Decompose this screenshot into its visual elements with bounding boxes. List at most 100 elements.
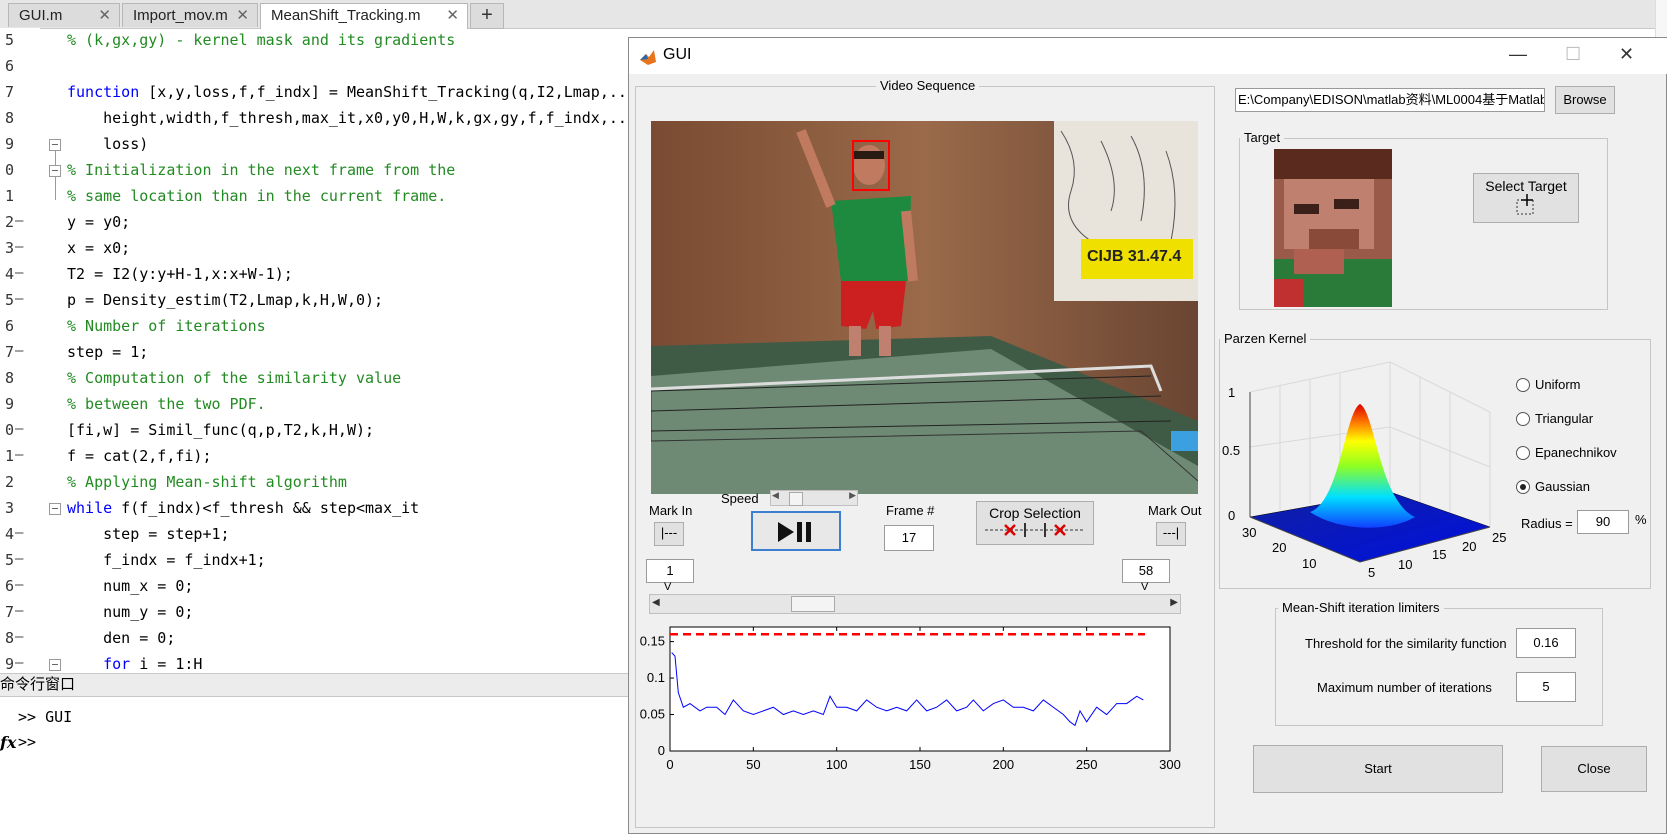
fold-toggle-icon[interactable]: [49, 165, 61, 177]
gui-title-bar[interactable]: GUI — ☐ ✕: [629, 38, 1667, 74]
xtick-right-5: 5: [1368, 565, 1375, 580]
x-tick-label: 250: [1076, 757, 1098, 772]
tab-meanshift-tracking[interactable]: MeanShift_Tracking.m ✕: [260, 3, 468, 29]
line-number: 9: [4, 395, 14, 413]
line-number: 0: [4, 421, 14, 439]
fold-toggle-icon[interactable]: [49, 659, 61, 671]
y-tick-label: 0.1: [647, 670, 665, 685]
code-rest: [x,y,loss,f,f_indx] = MeanShift_Tracking…: [139, 83, 636, 101]
speed-slider-thumb[interactable]: [789, 492, 803, 506]
line-number: 9: [4, 655, 14, 673]
maximize-button[interactable]: ☐: [1565, 44, 1581, 65]
close-icon[interactable]: ✕: [236, 4, 249, 28]
close-icon[interactable]: ✕: [446, 4, 459, 28]
line-number: 6: [4, 57, 14, 75]
fold-toggle-icon[interactable]: [49, 139, 61, 151]
xtick-left-20: 20: [1272, 540, 1286, 555]
breakpoint-marker[interactable]: —: [15, 629, 23, 645]
breakpoint-marker[interactable]: —: [15, 291, 23, 307]
speed-slider[interactable]: ◀ ▶: [770, 490, 858, 506]
code-line: p = Density_estim(T2,Lmap,k,H,W,0);: [67, 291, 384, 309]
crop-selection-button[interactable]: Crop Selection: [976, 501, 1094, 545]
max-iterations-label: Maximum number of iterations: [1317, 680, 1492, 695]
xtick-right-10: 10: [1398, 557, 1412, 572]
breakpoint-marker[interactable]: —: [15, 265, 23, 281]
frame-slider[interactable]: ◀ ▶: [649, 594, 1181, 614]
radio-triangular[interactable]: [1516, 412, 1530, 426]
chevron-left-icon[interactable]: ◀: [772, 491, 779, 501]
tab-label: GUI.m: [19, 7, 63, 24]
breakpoint-marker[interactable]: —: [15, 213, 23, 229]
chevron-left-icon[interactable]: ◀: [652, 597, 660, 608]
crosshair-icon: [1516, 194, 1534, 215]
fold-toggle-icon[interactable]: [49, 503, 61, 515]
mark-in-field[interactable]: 1: [646, 559, 694, 583]
breakpoint-marker[interactable]: —: [15, 239, 23, 255]
close-button[interactable]: Close: [1541, 746, 1647, 792]
radio-uniform[interactable]: [1516, 378, 1530, 392]
code-line: step = step+1;: [67, 525, 230, 543]
breakpoint-marker[interactable]: —: [15, 655, 23, 671]
tab-gui-m[interactable]: GUI.m ✕: [8, 3, 120, 27]
gui-window: GUI — ☐ ✕ Video Sequence CIJB 31.47.4 Ma…: [628, 37, 1667, 834]
breakpoint-marker[interactable]: —: [15, 343, 23, 359]
line-number: 9: [4, 135, 14, 153]
y-tick-label: 0: [658, 743, 665, 758]
frame-number-field[interactable]: 17: [884, 525, 934, 551]
video-sequence-panel: Video Sequence CIJB 31.47.4 Mark In |---…: [635, 78, 1215, 828]
close-icon[interactable]: ✕: [98, 4, 111, 28]
mark-out-button[interactable]: ---|: [1156, 522, 1186, 546]
select-target-button[interactable]: Select Target: [1473, 173, 1579, 223]
threshold-field[interactable]: 0.16: [1516, 628, 1576, 658]
editor-tab-bar: GUI.m ✕ Import_mov.m ✕ MeanShift_Trackin…: [0, 0, 1667, 29]
play-pause-button[interactable]: [751, 511, 841, 551]
line-number: 4: [4, 265, 14, 283]
minimize-button[interactable]: —: [1509, 44, 1527, 65]
add-tab-button[interactable]: +: [470, 3, 504, 29]
radius-field[interactable]: 90: [1577, 510, 1629, 534]
code-line: f = cat(2,f,fi);: [67, 447, 212, 465]
close-window-button[interactable]: ✕: [1619, 44, 1634, 65]
code-line: % Initialization in the next frame from …: [67, 161, 456, 179]
mark-out-field[interactable]: 58: [1122, 559, 1170, 583]
parzen-panel-title: Parzen Kernel: [1220, 331, 1311, 346]
code-leading-space: [67, 655, 103, 673]
line-number: 8: [4, 109, 14, 127]
line-number: 0: [4, 161, 14, 179]
command-prompt[interactable]: >>: [18, 733, 36, 751]
mark-in-button[interactable]: |---: [654, 522, 684, 546]
code-line: function [x,y,loss,f,f_indx] = MeanShift…: [67, 83, 636, 101]
chevron-right-icon[interactable]: ▶: [1170, 597, 1178, 608]
code-rest: f(f_indx)<f_thresh && step<max_it: [112, 499, 420, 517]
breakpoint-marker[interactable]: —: [15, 525, 23, 541]
crop-selection-label: Crop Selection: [989, 505, 1081, 521]
mark-out-arrow: V: [1141, 581, 1149, 593]
browse-button[interactable]: Browse: [1555, 86, 1615, 114]
tab-label: MeanShift_Tracking.m: [271, 7, 421, 24]
line-number: 2: [4, 213, 14, 231]
breakpoint-marker[interactable]: —: [15, 603, 23, 619]
limiters-panel-title: Mean-Shift iteration limiters: [1278, 600, 1444, 615]
video-path-field[interactable]: E:\Company\EDISON\matlab资料\ML0004基于Matla…: [1235, 88, 1545, 112]
xtick-right-15: 15: [1432, 547, 1446, 562]
threshold-label: Threshold for the similarity function: [1305, 636, 1507, 651]
ztick-0: 0: [1228, 508, 1235, 523]
start-button[interactable]: Start: [1253, 745, 1503, 793]
breakpoint-marker[interactable]: —: [15, 447, 23, 463]
code-line: step = 1;: [67, 343, 149, 361]
chevron-right-icon[interactable]: ▶: [849, 491, 856, 501]
breakpoint-marker[interactable]: —: [15, 421, 23, 437]
breakpoint-marker[interactable]: —: [15, 551, 23, 567]
code-rest: i = 1:H: [130, 655, 203, 673]
radio-gaussian[interactable]: [1516, 480, 1530, 494]
tab-import-mov[interactable]: Import_mov.m ✕: [122, 3, 258, 27]
line-number: 8: [4, 629, 14, 647]
max-iterations-field[interactable]: 5: [1516, 672, 1576, 702]
radio-epanechnikov[interactable]: [1516, 446, 1530, 460]
breakpoint-marker[interactable]: —: [15, 577, 23, 593]
code-line: num_x = 0;: [67, 577, 194, 595]
frame-slider-thumb[interactable]: [790, 596, 835, 612]
line-number: 5: [4, 551, 14, 569]
code-keyword: function: [67, 83, 140, 101]
code-line: % Number of iterations: [67, 317, 266, 335]
